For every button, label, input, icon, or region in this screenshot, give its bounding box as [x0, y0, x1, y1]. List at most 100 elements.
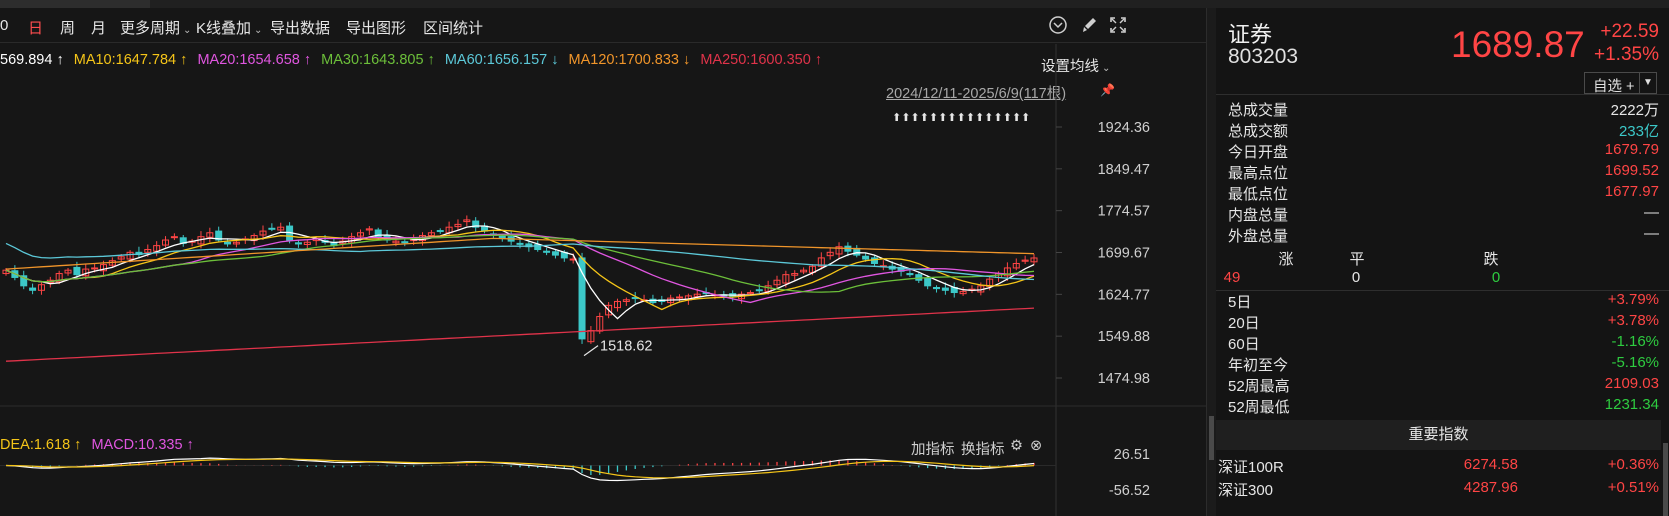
gear-icon[interactable]: ⚙: [1010, 438, 1023, 454]
perf-value: 1231.34: [1604, 396, 1659, 413]
perf-label: 52周最低: [1228, 399, 1290, 416]
y-axis-label: 1549.88: [1098, 329, 1150, 345]
stat-row: 今日开盘 1679.79: [1228, 141, 1659, 162]
quote-panel: 证券 803203 1689.87 +22.59 +1.35% 自选 + ▼ 总…: [1216, 8, 1669, 516]
candle-body: [853, 247, 861, 256]
close-icon[interactable]: ⊗: [1030, 438, 1042, 454]
low-marker-arrow: [583, 345, 599, 357]
stat-label: 内盘总量: [1228, 207, 1289, 224]
candle-body: [551, 251, 559, 256]
index-row[interactable]: 深证300 4287.96 +0.51%: [1216, 479, 1661, 501]
perf-row: 52周最低 1231.34: [1228, 396, 1659, 417]
candle-body: [268, 227, 276, 230]
candle-body: [543, 250, 551, 253]
last-price: 1689.87: [1451, 24, 1585, 65]
perf-row: 60日 -1.16%: [1228, 333, 1659, 354]
divider: [1216, 94, 1669, 95]
switch-indicator-button[interactable]: 换指标: [961, 438, 1005, 459]
add-watchlist-button[interactable]: 自选 + ▼: [1584, 72, 1657, 95]
dea-line: [5, 458, 1035, 479]
stat-value: 1679.79: [1604, 141, 1659, 158]
stat-label: 外盘总量: [1228, 228, 1289, 245]
index-price: 6274.58: [1463, 456, 1518, 473]
candle-body: [29, 287, 37, 291]
stat-label: 总成交量: [1228, 102, 1289, 119]
candle-body: [933, 287, 941, 290]
y-axis-label: 1699.67: [1098, 246, 1150, 262]
stat-row: 总成交量 2222万: [1228, 99, 1659, 120]
candle-body: [294, 242, 302, 245]
candle-body: [578, 257, 586, 340]
scrollbar-thumb[interactable]: [1209, 416, 1214, 460]
candle-body: [401, 241, 409, 244]
y-axis-label: 1924.36: [1098, 120, 1150, 136]
candle-body: [224, 241, 232, 245]
index-row[interactable]: 深证100R 6274.58 +0.36%: [1216, 456, 1661, 478]
perf-label: 5日: [1228, 294, 1252, 311]
perf-label: 20日: [1228, 315, 1260, 332]
perf-row: 5日 +3.79%: [1228, 291, 1659, 312]
watchlist-label: 自选 +: [1593, 79, 1635, 95]
indices-header: 重要指数: [1216, 420, 1661, 450]
tab-fragment: [0, 0, 150, 8]
y-axis-label: 1624.77: [1098, 287, 1150, 303]
chart-scrollbar[interactable]: [1206, 8, 1216, 516]
up-count: 49: [1223, 269, 1241, 286]
index-price: 4287.96: [1463, 479, 1518, 496]
change-percent: +1.35%: [1594, 44, 1659, 65]
y-axis-label: 1774.57: [1098, 204, 1150, 220]
candle-body: [91, 267, 99, 270]
security-code: 803203: [1228, 45, 1299, 68]
stat-value: —: [1644, 204, 1659, 221]
macd-bottom-label: -56.52: [1109, 483, 1150, 499]
candle-body: [941, 287, 949, 291]
perf-row: 年初至今 -5.16%: [1228, 354, 1659, 375]
stat-value: 2222万: [1610, 102, 1659, 119]
y-axis-label: 1849.47: [1098, 162, 1150, 178]
candle-body: [170, 236, 178, 239]
stat-label: 最低点位: [1228, 186, 1289, 203]
perf-value: -5.16%: [1611, 354, 1659, 371]
macd-legend: DEA:1.618 ↑ MACD:10.335 ↑: [0, 437, 194, 453]
stat-row: 总成交额 233亿: [1228, 120, 1659, 141]
index-name: 深证300: [1218, 482, 1274, 499]
add-indicator-button[interactable]: 加指标: [911, 438, 955, 459]
candle-body: [436, 230, 444, 233]
candle-body: [755, 289, 763, 292]
perf-value: +3.78%: [1607, 312, 1659, 329]
macd-value: MACD:10.335 ↑: [91, 437, 194, 453]
stat-value: 233亿: [1618, 123, 1659, 140]
stat-row: 最高点位 1699.52: [1228, 162, 1659, 183]
stat-label: 总成交额: [1228, 123, 1289, 140]
stat-row: 外盘总量 —: [1228, 225, 1659, 246]
stat-value: —: [1644, 225, 1659, 242]
index-name: 深证100R: [1218, 459, 1284, 476]
ma250-line: [5, 307, 1035, 362]
perf-value: 2109.03: [1604, 375, 1659, 392]
perf-label: 年初至今: [1228, 357, 1289, 374]
candle-body: [862, 255, 870, 260]
perf-value: -1.16%: [1611, 333, 1659, 350]
stat-value: 1699.52: [1604, 162, 1659, 179]
low-marker-label: 1518.62: [600, 339, 652, 355]
candle-body: [870, 257, 878, 264]
chevron-down-icon[interactable]: ▼: [1639, 73, 1656, 93]
stat-row: 内盘总量 —: [1228, 204, 1659, 225]
perf-label: 52周最高: [1228, 378, 1290, 395]
dea-value: DEA:1.618 ↑: [0, 437, 82, 453]
index-change: +0.36%: [1607, 456, 1659, 473]
perf-row: 52周最高 2109.03: [1228, 375, 1659, 396]
stat-value: 1677.97: [1604, 183, 1659, 200]
up-label: 涨: [1278, 251, 1294, 268]
signal-arrows: ⬆⬆⬆⬆⬆⬆⬆⬆⬆⬆⬆⬆⬆⬆⬆: [892, 111, 1030, 124]
perf-label: 60日: [1228, 336, 1260, 353]
stat-label: 最高点位: [1228, 165, 1289, 182]
perf-value: +3.79%: [1607, 291, 1659, 308]
candle-body: [924, 277, 932, 287]
chart-area[interactable]: 0 日 周 月 更多周期 ⌄ K线叠加 ⌄ 导出数据 导出图形 区间统计 569.8…: [0, 8, 1206, 516]
change-value: +22.59: [1600, 21, 1659, 42]
panel-scrollbar[interactable]: [1663, 443, 1668, 516]
index-change: +0.51%: [1607, 479, 1659, 496]
flat-label: 平: [1349, 251, 1365, 268]
macd-top-label: 26.51: [1114, 447, 1150, 463]
